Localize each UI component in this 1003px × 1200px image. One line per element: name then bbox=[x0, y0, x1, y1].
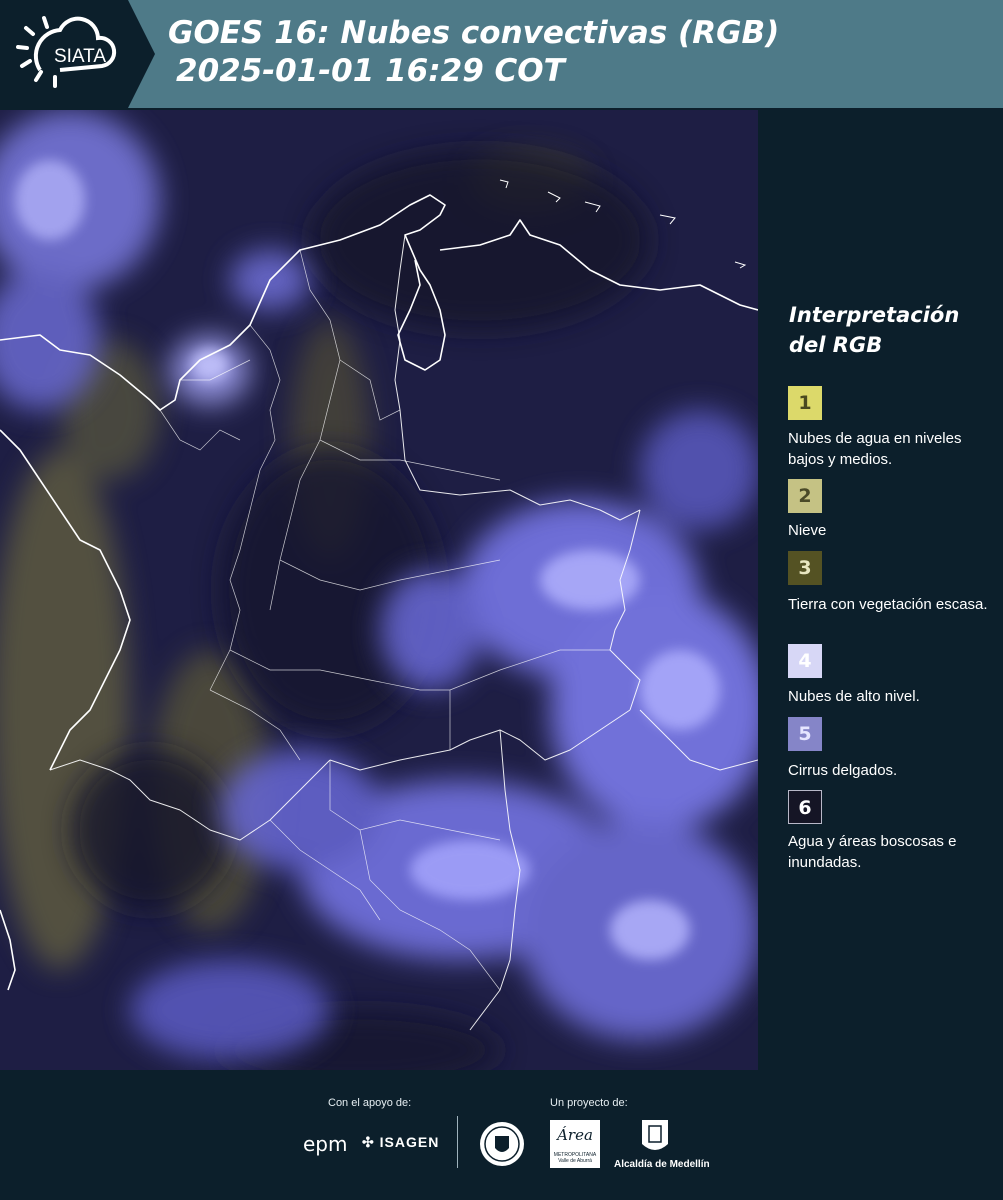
header-bar: SIATA GOES 16: Nubes convectivas (RGB) 2… bbox=[0, 0, 1003, 108]
legend-swatch-6: 6 bbox=[788, 790, 822, 824]
support-label: Con el apoyo de: bbox=[328, 1097, 412, 1109]
legend-swatch-4: 4 bbox=[788, 644, 822, 678]
title-line-2-timestamp: 2025-01-01 16:29 COT bbox=[176, 53, 565, 89]
siata-logo: SIATA bbox=[0, 0, 155, 108]
isagen-logo: ✣ ISAGEN bbox=[362, 1134, 439, 1151]
alcaldia-shield-icon bbox=[642, 1120, 668, 1150]
project-label: Un proyecto de: bbox=[550, 1097, 628, 1109]
isagen-logo-text: ISAGEN bbox=[379, 1134, 440, 1150]
legend-label-4: Nubes de alto nivel. bbox=[788, 688, 920, 705]
area-logo-script: Área bbox=[557, 1126, 593, 1144]
legend-panel: Interpretación del RGB 1 Nubes de agua e… bbox=[760, 110, 1003, 1070]
legend-title-line-1: Interpretación bbox=[789, 303, 960, 327]
legend-label-5: Cirrus delgados. bbox=[788, 762, 898, 779]
footer: Con el apoyo de: Un proyecto de: epm ✣ I… bbox=[0, 1070, 1003, 1200]
epm-logo-text: epm bbox=[303, 1132, 348, 1156]
legend-label-3: Tierra con vegetación escasa. bbox=[788, 596, 988, 613]
page-title: GOES 16: Nubes convectivas (RGB) 2025-01… bbox=[168, 14, 779, 90]
legend-label-2: Nieve bbox=[788, 522, 827, 539]
area-logo-line-2: Valle de Aburrá bbox=[558, 1158, 592, 1164]
legend-title: Interpretación del RGB bbox=[789, 300, 959, 360]
legend-swatch-2: 2 bbox=[788, 479, 822, 513]
legend-label-1: Nubes de agua en niveles bajos y medios. bbox=[788, 430, 962, 468]
alcaldia-label: Alcaldía de Medellín bbox=[614, 1159, 710, 1170]
satellite-map bbox=[0, 110, 758, 1070]
epm-logo: epm bbox=[303, 1132, 347, 1156]
siata-logo-text: SIATA bbox=[54, 46, 106, 67]
legend-swatch-5: 5 bbox=[788, 717, 822, 751]
title-line-1: GOES 16: Nubes convectivas (RGB) bbox=[168, 15, 780, 51]
area-metropolitana-logo: Área METROPOLITANA Valle de Aburrá bbox=[550, 1120, 600, 1168]
legend-swatch-3: 3 bbox=[788, 551, 822, 585]
footer-divider bbox=[457, 1116, 458, 1168]
medellin-seal-icon bbox=[480, 1122, 524, 1166]
isagen-icon: ✣ bbox=[362, 1134, 375, 1150]
legend-swatch-1: 1 bbox=[788, 386, 822, 420]
legend-label-6: Agua y áreas boscosas e inundadas. bbox=[788, 833, 957, 871]
legend-title-line-2: del RGB bbox=[789, 333, 883, 357]
